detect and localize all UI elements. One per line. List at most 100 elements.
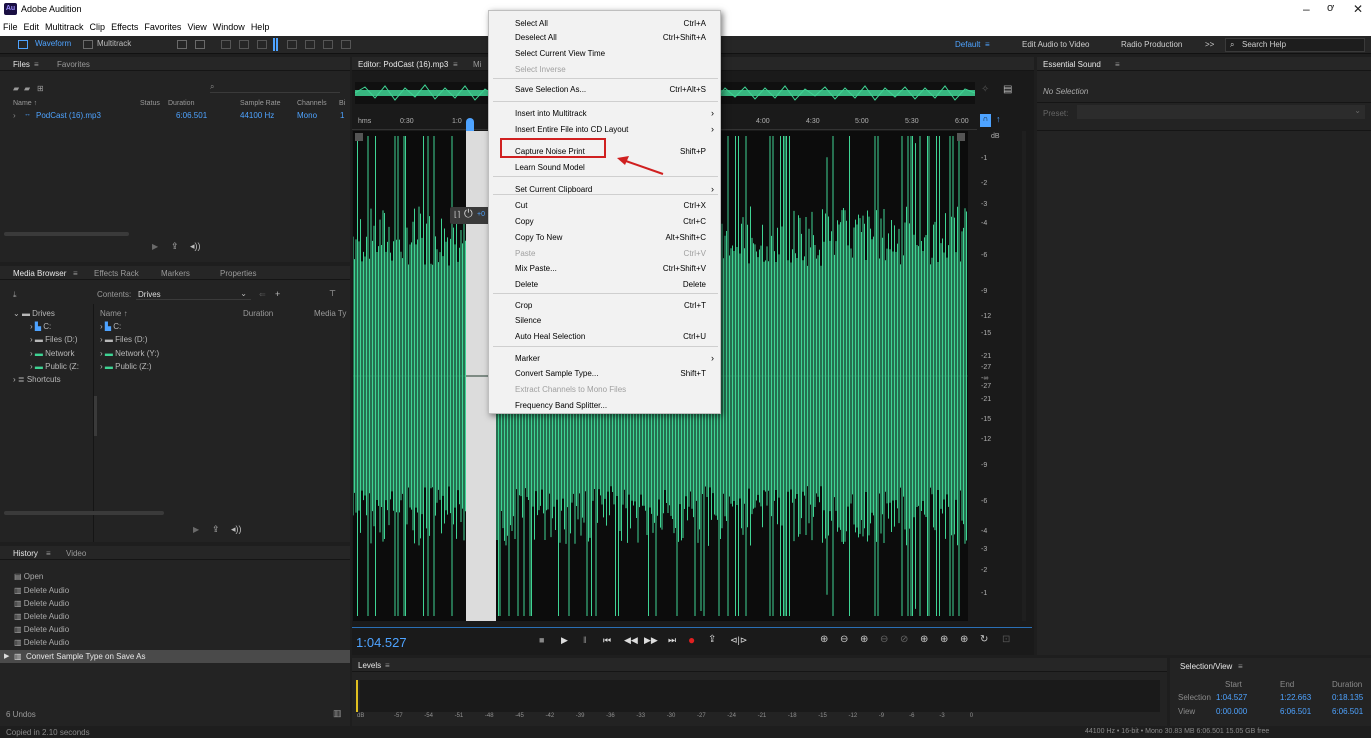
pitch-display-icon[interactable] (195, 40, 205, 49)
spot-heal-tool-icon[interactable] (341, 40, 351, 49)
zoom-in-time-icon[interactable]: ⊕ (860, 634, 868, 645)
context-menu-item[interactable]: Frequency Band Splitter... (489, 399, 722, 413)
zoom-right-icon[interactable]: ⊕ (960, 634, 968, 645)
files-col-sample-rate[interactable]: Sample Rate (240, 100, 280, 107)
tab-favorites[interactable]: Favorites (57, 60, 90, 69)
files-search-input[interactable]: ⌕ (210, 82, 340, 93)
menu-window[interactable]: Window (210, 19, 248, 32)
play-icon[interactable]: ▶ (561, 635, 568, 646)
menu-edit[interactable]: Edit (21, 19, 43, 32)
history-item[interactable]: ▥ Delete Audio (14, 599, 69, 608)
context-menu-item[interactable]: Convert Sample Type... Shift+T (489, 367, 722, 381)
tab-editor[interactable]: Editor: PodCast (16).mp3 (358, 60, 448, 69)
tab-video[interactable]: Video (66, 549, 86, 558)
tree-item-shortcuts[interactable]: › ≣ Shortcuts (13, 375, 61, 384)
zoom-out-amplitude-icon[interactable]: ⊖ (840, 634, 848, 645)
rewind-icon[interactable]: ◀◀ (624, 635, 638, 646)
context-menu-item[interactable]: Delete Delete (489, 278, 722, 292)
view-end[interactable]: 6:06.501 (1280, 707, 1311, 716)
files-horizontal-scrollbar[interactable] (4, 232, 129, 236)
fast-forward-icon[interactable]: ▶▶ (644, 635, 658, 646)
levels-title[interactable]: Levels (358, 661, 381, 670)
history-item[interactable]: ▥ Delete Audio (14, 638, 69, 647)
history-item[interactable]: ▥ Delete Audio (14, 586, 69, 595)
list-item[interactable]: › ▬ Public (Z:) (100, 362, 152, 371)
hud-gain-control[interactable]: ⌊⌉ ⏻ +0 (450, 207, 490, 224)
selection-view-title[interactable]: Selection/View (1180, 662, 1232, 671)
speaker-icon[interactable]: ◂)) (231, 524, 242, 535)
menu-help[interactable]: Help (248, 19, 273, 32)
new-file-icon[interactable]: ⊞ (37, 84, 44, 93)
panel-menu-icon[interactable]: ≡ (73, 269, 78, 278)
open-file-icon[interactable]: ▰ (13, 84, 19, 93)
panel-menu-icon[interactable]: ≡ (1238, 662, 1243, 671)
workspace-overflow-button[interactable]: >> (1205, 40, 1214, 49)
reset-zoom-icon[interactable]: ↻ (980, 634, 988, 645)
snap-magnet-icon[interactable]: ∩ (980, 114, 991, 127)
tree-item-public[interactable]: › ▬ Public (Z: (30, 362, 79, 371)
media-col-media-type[interactable]: Media Ty (314, 309, 346, 318)
workspace-default[interactable]: Default (955, 40, 980, 49)
panel-menu-icon[interactable]: ≡ (34, 60, 39, 69)
menu-view[interactable]: View (184, 19, 209, 32)
playhead-marker-icon[interactable] (466, 118, 474, 131)
context-menu-item[interactable]: Copy Ctrl+C (489, 215, 722, 229)
list-item[interactable]: › ▙ C: (100, 322, 121, 331)
trash-icon[interactable]: ▥ (333, 708, 342, 719)
files-col-channels[interactable]: Channels (297, 100, 327, 107)
tab-properties[interactable]: Properties (220, 269, 256, 278)
tree-item-files-d[interactable]: › ▬ Files (D:) (30, 335, 78, 344)
view-start[interactable]: 0:00.000 (1216, 707, 1247, 716)
context-menu-item[interactable]: Silence (489, 314, 722, 328)
context-menu-item[interactable]: Mix Paste... Ctrl+Shift+V (489, 262, 722, 276)
zoom-out-full-icon[interactable]: ⊘ (900, 634, 908, 645)
tab-markers[interactable]: Markers (161, 269, 190, 278)
context-menu-item[interactable]: Crop Ctrl+T (489, 299, 722, 313)
files-col-status[interactable]: Status (140, 100, 160, 107)
menu-effects[interactable]: Effects (108, 19, 141, 32)
zoom-in-amplitude-icon[interactable]: ⊕ (820, 634, 828, 645)
preset-select[interactable]: ⌄ (1077, 105, 1365, 119)
pause-icon[interactable]: ‖ (583, 635, 587, 645)
speaker-icon[interactable]: ◂)) (190, 241, 201, 252)
overview-menu-icon[interactable]: ▤ (1003, 84, 1012, 95)
files-col-name[interactable]: Name ↑ (13, 100, 37, 107)
history-item-selected[interactable]: ▶ ▥ Convert Sample Type on Save As (0, 650, 350, 663)
history-item[interactable]: ▤ Open (14, 572, 43, 581)
loop-icon[interactable]: ⇪ (708, 634, 716, 645)
context-menu-item[interactable]: Deselect All Ctrl+Shift+A (489, 31, 722, 45)
workspace-menu-icon[interactable]: ≡ (985, 40, 990, 49)
tab-mixer[interactable]: Mi (473, 60, 481, 69)
brush-tool-icon[interactable] (323, 40, 333, 49)
tab-media-browser[interactable]: Media Browser (13, 269, 66, 278)
current-time-display[interactable]: 1:04.527 (356, 635, 407, 650)
tree-item-network[interactable]: › ▬ Network (30, 349, 74, 358)
amplitude-scrollbar[interactable] (1022, 131, 1026, 621)
filter-icon[interactable]: ⊤ (329, 289, 336, 298)
selection-start[interactable]: 1:04.527 (1216, 693, 1247, 702)
menu-multitrack[interactable]: Multitrack (42, 19, 87, 32)
menu-favorites[interactable]: Favorites (141, 19, 184, 32)
tree-item-c[interactable]: › ▙ C: (30, 322, 51, 331)
panel-menu-icon[interactable]: ≡ (46, 549, 51, 558)
zoom-selection-icon[interactable]: ⊕ (920, 634, 928, 645)
channel-icon[interactable] (957, 133, 965, 141)
workspace-edit-audio-to-video[interactable]: Edit Audio to Video (1022, 40, 1089, 49)
spectral-display-icon[interactable] (177, 40, 187, 49)
essential-sound-title[interactable]: Essential Sound (1043, 60, 1101, 69)
waveform-button[interactable]: Waveform (35, 39, 71, 51)
file-row[interactable]: › ↔ PodCast (16).mp3 6:06.501 44100 Hz M… (0, 110, 350, 122)
restore-icon[interactable]: ơ (1327, 2, 1334, 14)
context-menu-item[interactable]: Select Current View Time (489, 47, 722, 61)
export-icon[interactable]: ⇪ (212, 524, 220, 535)
context-menu-item[interactable]: Learn Sound Model (489, 161, 722, 175)
zoom-left-icon[interactable]: ⊕ (940, 634, 948, 645)
panel-menu-icon[interactable]: ≡ (385, 661, 390, 670)
skip-forward-icon[interactable]: ⏭ (668, 635, 676, 646)
tab-files[interactable]: Files (13, 60, 30, 69)
import-file-icon[interactable]: ▰ (24, 84, 30, 93)
contents-select[interactable]: Drives ⌄ (136, 288, 251, 300)
selection-end[interactable]: 1:22.663 (1280, 693, 1311, 702)
play-icon[interactable]: ▶ (152, 242, 158, 251)
move-tool-icon[interactable] (221, 40, 231, 49)
